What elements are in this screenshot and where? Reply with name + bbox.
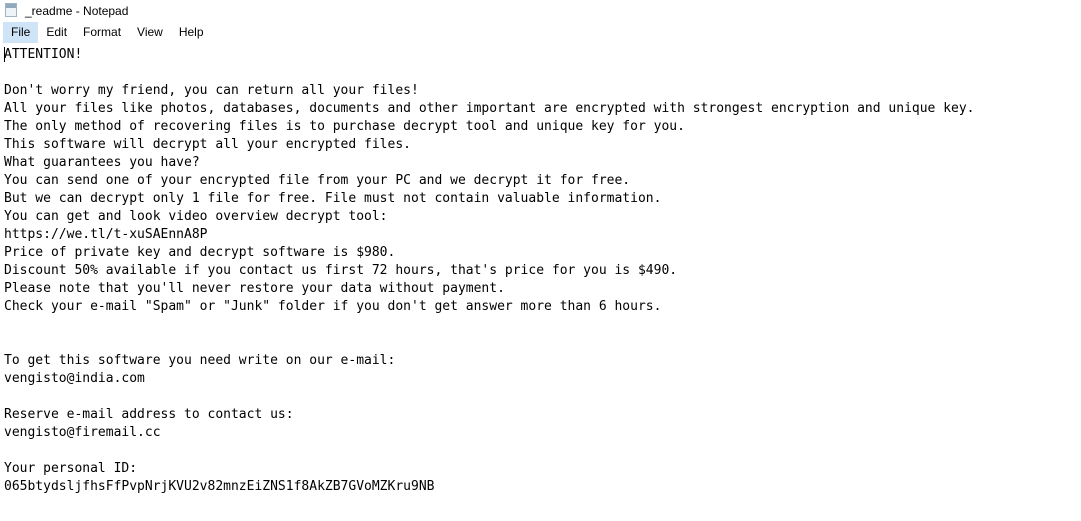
menu-item-file[interactable]: File	[3, 22, 39, 43]
window-title: _readme - Notepad	[25, 4, 129, 18]
menu-item-edit-label: Edit	[46, 25, 68, 39]
menu-item-view[interactable]: View	[129, 22, 171, 43]
notepad-window: _readme - Notepad File Edit Format View …	[0, 0, 1081, 521]
text-caret	[4, 47, 5, 62]
menu-item-help-label: Help	[178, 25, 204, 39]
menu-item-format[interactable]: Format	[75, 22, 129, 43]
notepad-icon	[4, 3, 20, 19]
menu-item-format-label: Format	[83, 25, 122, 39]
menu-item-file-label: File	[11, 25, 31, 39]
menu-item-view-label: View	[137, 25, 163, 39]
menu-bar: File Edit Format View Help	[0, 22, 1081, 43]
menu-item-help[interactable]: Help	[171, 22, 212, 43]
document-text[interactable]: ATTENTION! Don't worry my friend, you ca…	[0, 43, 1081, 496]
menu-item-edit[interactable]: Edit	[38, 22, 75, 43]
text-editor-area[interactable]: ATTENTION! Don't worry my friend, you ca…	[0, 43, 1081, 521]
title-bar: _readme - Notepad	[0, 0, 1081, 22]
